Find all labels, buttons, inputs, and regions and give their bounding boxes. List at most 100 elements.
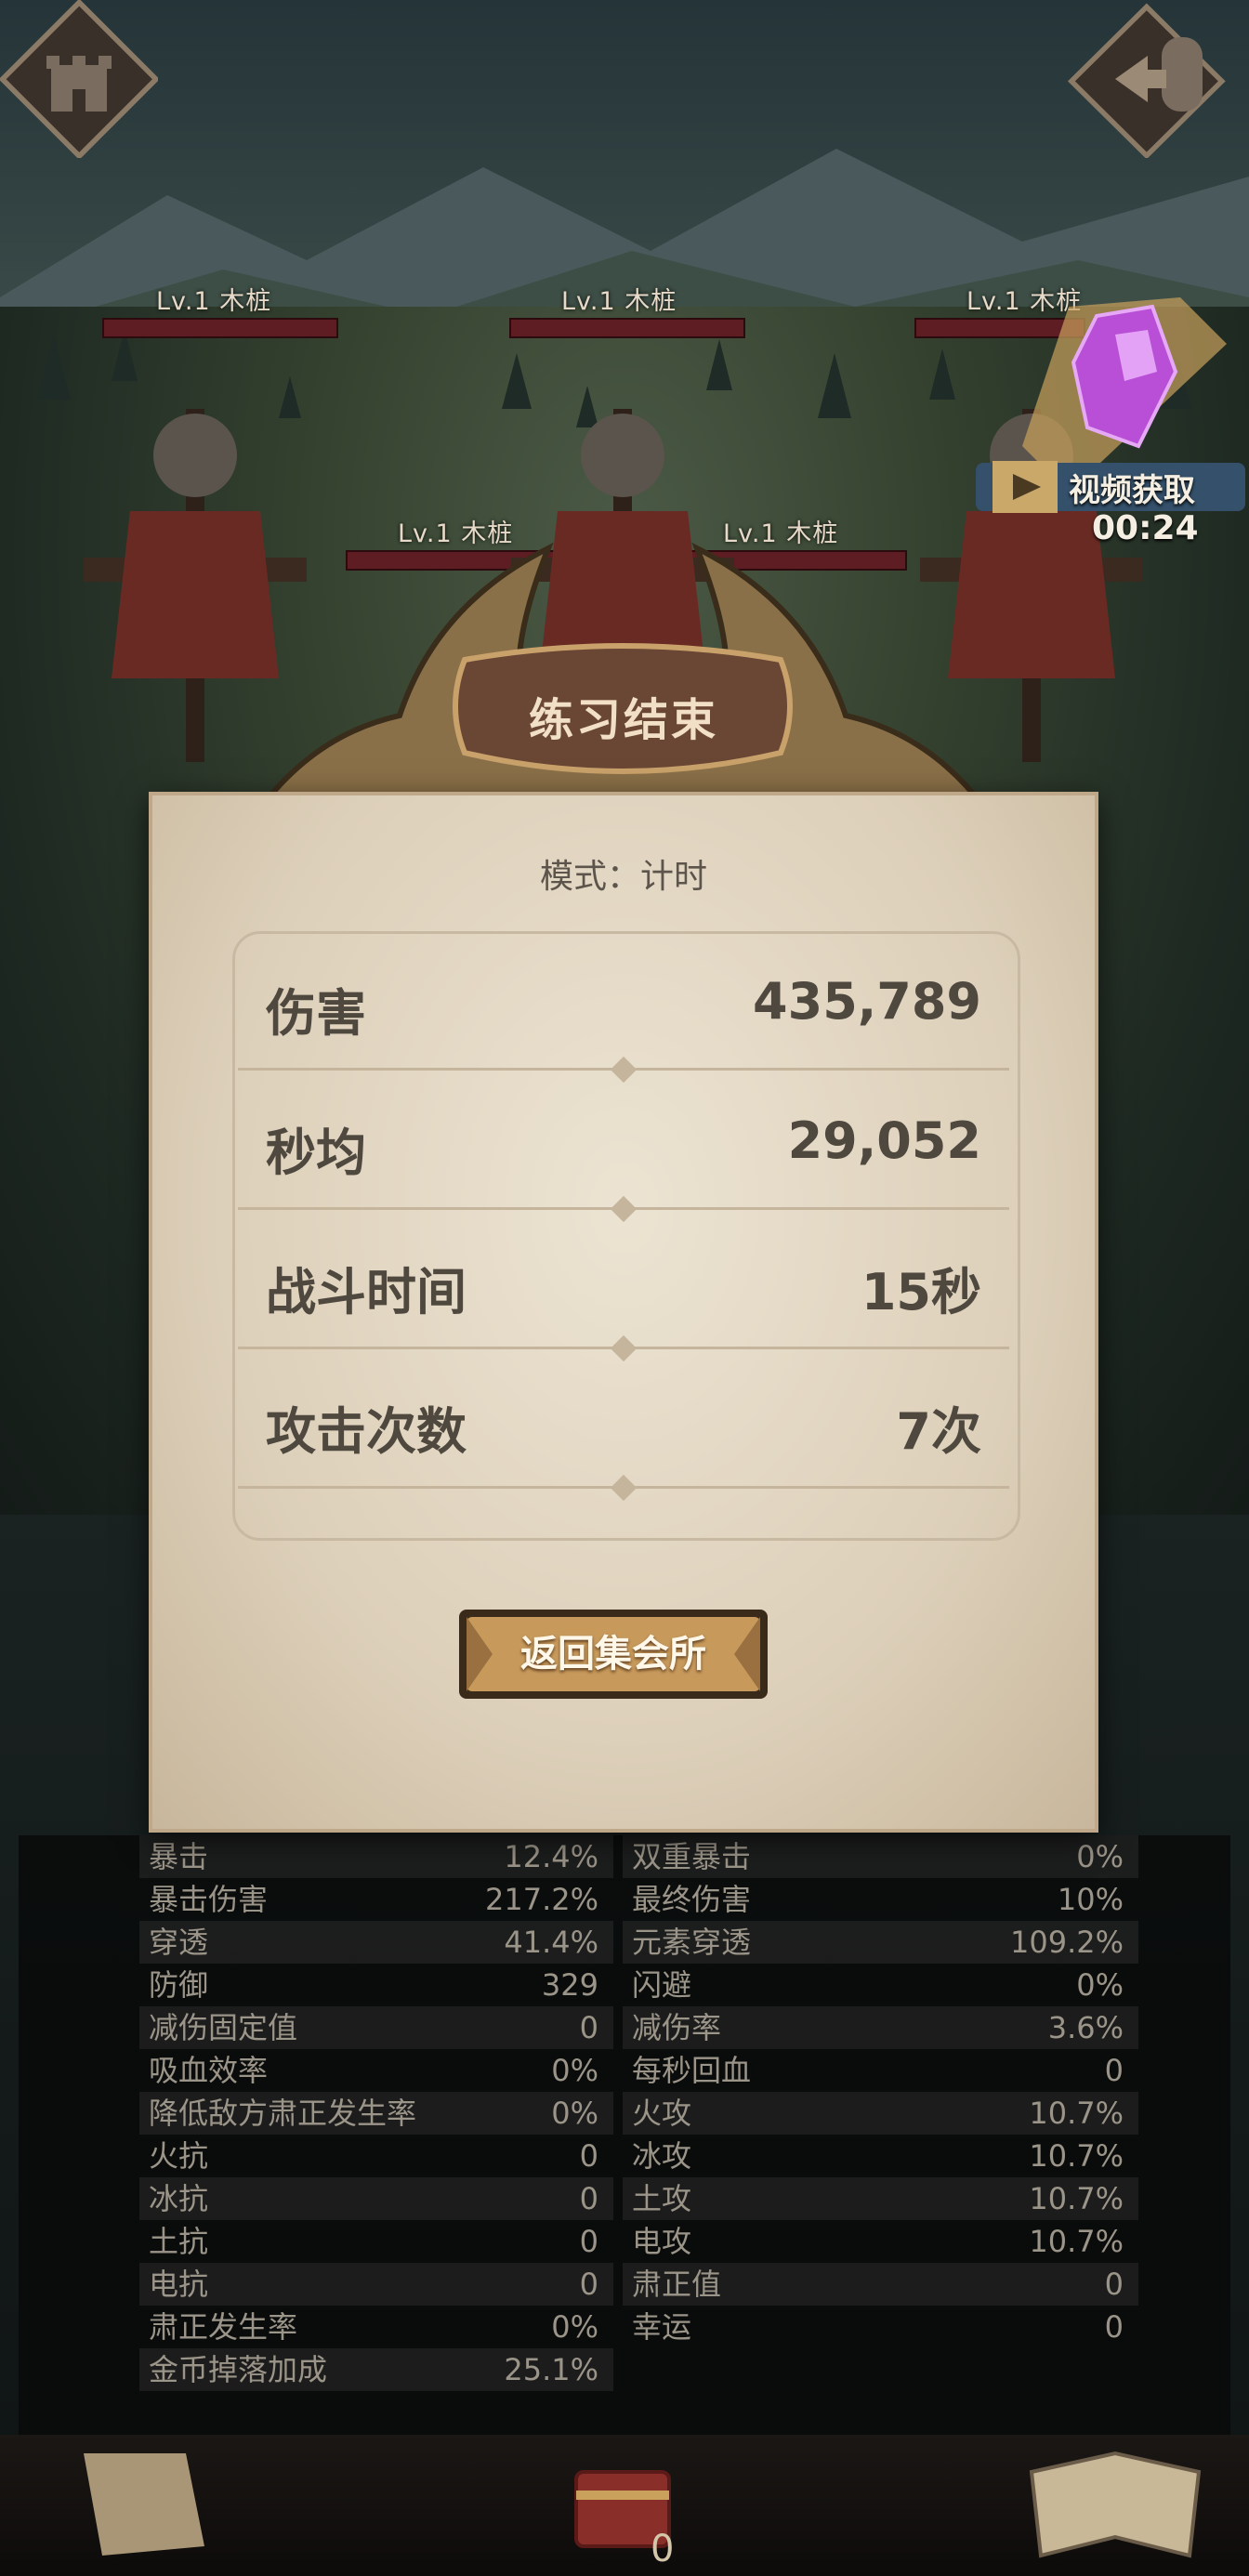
stat-name: 双重暴击 (632, 1839, 752, 1874)
result-row-attacks: 攻击次数 7次 (232, 1349, 1015, 1502)
stat-row: 减伤固定值 0 (139, 2006, 613, 2049)
treasure-chest-icon[interactable] (548, 2435, 697, 2565)
stat-row: 电抗 0 (139, 2263, 613, 2306)
stat-row: 电攻 10.7% (623, 2220, 1138, 2263)
stat-name: 电抗 (149, 2267, 209, 2302)
result-row-value: 435,789 (753, 972, 981, 1031)
stat-name: 火抗 (149, 2138, 209, 2174)
exit-door-icon (1067, 3, 1226, 160)
stat-row: 减伤率 3.6% (623, 2006, 1138, 2049)
mode-label: 模式：计时 (539, 858, 707, 896)
stat-name: 土抗 (149, 2224, 209, 2259)
stat-row: 暴击 12.4% (139, 1835, 613, 1878)
stat-value: 41.4% (504, 1925, 598, 1960)
stat-value: 0 (579, 2138, 598, 2174)
book-icon[interactable] (1004, 2435, 1227, 2574)
stat-row: 金币掉落加成 25.1% (139, 2348, 613, 2391)
stat-value: 217.2% (484, 1882, 598, 1917)
stat-name: 元素穿透 (632, 1925, 752, 1960)
stat-value: 0 (579, 2224, 598, 2259)
result-row-dps: 秒均 29,052 (232, 1071, 1015, 1223)
stat-row: 土攻 10.7% (623, 2177, 1138, 2220)
stat-name: 幸运 (632, 2309, 692, 2345)
stat-name: 闪避 (632, 1967, 692, 2003)
stat-row: 土抗 0 (139, 2220, 613, 2263)
bottom-toolbar (0, 2435, 1249, 2576)
exit-button[interactable] (1059, 0, 1226, 160)
enemy-hp-bar (102, 318, 338, 338)
stat-row: 火抗 0 (139, 2135, 613, 2177)
stat-row: 暴击伤害 217.2% (139, 1878, 613, 1921)
stat-value: 0 (1104, 2053, 1124, 2088)
castle-button[interactable] (0, 0, 160, 160)
video-reward-label: 视频获取 (1069, 472, 1195, 509)
stat-value: 0% (1076, 1967, 1124, 2003)
video-reward-timer: 00:24 (1092, 509, 1199, 547)
stat-row: 每秒回血 0 (623, 2049, 1138, 2092)
result-row-label: 攻击次数 (266, 1402, 467, 1461)
stat-value: 0% (551, 2309, 598, 2345)
result-row-value: 15秒 (861, 1263, 981, 1321)
stat-name: 最终伤害 (632, 1882, 752, 1917)
stat-name: 减伤率 (632, 2010, 722, 2045)
stat-name: 电攻 (632, 2224, 692, 2259)
stat-value: 10% (1057, 1882, 1124, 1917)
stat-value: 10.7% (1029, 2096, 1124, 2131)
stat-name: 降低敌方肃正发生率 (149, 2096, 417, 2131)
stat-name: 肃正发生率 (149, 2309, 298, 2345)
stat-name: 冰攻 (632, 2138, 692, 2174)
stat-name: 冰抗 (149, 2181, 209, 2216)
stat-row: 吸血效率 0% (139, 2049, 613, 2092)
stat-value: 109.2% (1009, 1925, 1124, 1960)
enemy-hp-bar (509, 318, 745, 338)
stat-name: 每秒回血 (632, 2053, 752, 2088)
return-button-label: 返回集会所 (520, 1633, 706, 1676)
stat-name: 暴击伤害 (149, 1882, 269, 1917)
stat-value: 0 (579, 2181, 598, 2216)
stat-row: 火攻 10.7% (623, 2092, 1138, 2135)
stat-value: 10.7% (1029, 2138, 1124, 2174)
stat-value: 3.6% (1047, 2010, 1124, 2045)
result-row-label: 战斗时间 (266, 1263, 467, 1321)
stat-row: 元素穿透 109.2% (623, 1921, 1138, 1964)
stat-name: 暴击 (149, 1839, 209, 1874)
result-title: 练习结束 (528, 694, 718, 746)
stat-row: 穿透 41.4% (139, 1921, 613, 1964)
stat-name: 土攻 (632, 2181, 692, 2216)
stat-row: 防御 329 (139, 1964, 613, 2006)
stat-value: 0 (579, 2267, 598, 2302)
stat-value: 0 (1104, 2267, 1124, 2302)
stat-value: 10.7% (1029, 2181, 1124, 2216)
stat-value: 0% (1076, 1839, 1124, 1874)
result-row-value: 7次 (896, 1402, 981, 1461)
stat-value: 0 (579, 2010, 598, 2045)
stat-name: 防御 (149, 1967, 209, 2003)
stat-value: 12.4% (504, 1839, 598, 1874)
stat-value: 25.1% (504, 2352, 598, 2387)
stat-name: 肃正值 (632, 2267, 722, 2302)
stat-name: 吸血效率 (149, 2053, 269, 2088)
stat-row: 幸运 0 (623, 2306, 1138, 2348)
result-row-time: 战斗时间 15秒 (232, 1210, 1015, 1362)
stat-value: 0 (1104, 2309, 1124, 2345)
stat-name: 减伤固定值 (149, 2010, 298, 2045)
stat-row: 冰抗 0 (139, 2177, 613, 2220)
stat-row: 肃正值 0 (623, 2263, 1138, 2306)
result-row-damage: 伤害 435,789 (232, 931, 1015, 1084)
stat-value: 329 (541, 1967, 598, 2003)
result-row-label: 伤害 (266, 984, 366, 1043)
stat-row: 降低敌方肃正发生率 0% (139, 2092, 613, 2135)
enemy-label: Lv.1 木桩 (156, 287, 272, 316)
stat-name: 火攻 (632, 2096, 692, 2131)
bottom-count: 0 (651, 2528, 675, 2570)
scroll-icon[interactable] (28, 2435, 232, 2574)
enemy-label: Lv.1 木桩 (561, 287, 677, 316)
stat-row: 双重暴击 0% (623, 1835, 1138, 1878)
stat-value: 0% (551, 2053, 598, 2088)
stat-name: 穿透 (149, 1925, 209, 1960)
stat-value: 10.7% (1029, 2224, 1124, 2259)
return-to-hub-button[interactable]: 返回集会所 (455, 1606, 771, 1702)
castle-icon (0, 0, 160, 160)
stat-row: 闪避 0% (623, 1964, 1138, 2006)
stat-row: 冰攻 10.7% (623, 2135, 1138, 2177)
